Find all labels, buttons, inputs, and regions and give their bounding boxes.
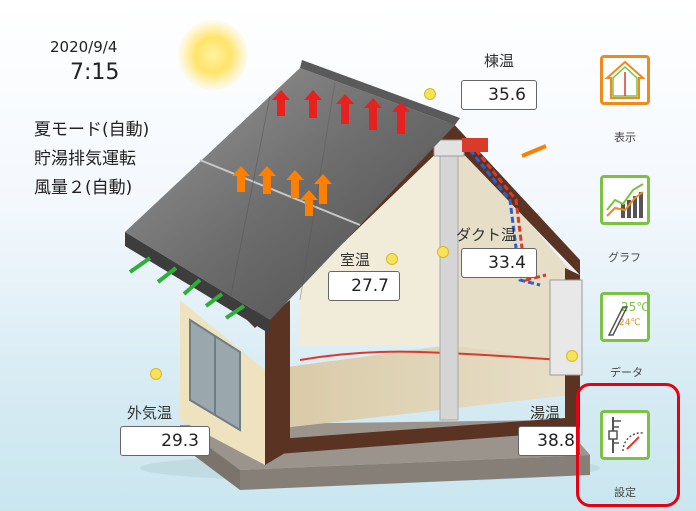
- bar-graph-icon: [606, 183, 644, 218]
- outdoor-temp-label: 外気温: [127, 404, 173, 422]
- solar-house-monitor-screen: 2020/9/4 7:15 夏モード(自動) 貯湯排気運転 風量２(自動) 棟温…: [0, 0, 696, 511]
- house-display-icon: [604, 60, 646, 99]
- duct-temp-value: 33.4: [461, 248, 537, 278]
- data-button[interactable]: 25℃ 24℃: [600, 292, 650, 342]
- mode-line-2: 貯湯排気運転: [34, 149, 136, 169]
- graph-button-label: グラフ: [608, 251, 641, 264]
- duct-temp-label: ダクト温: [456, 226, 517, 244]
- hot-water-temp-label: 湯温: [530, 404, 561, 422]
- hot-water-sensor-dot: [566, 350, 578, 362]
- settings-highlight-frame: [576, 383, 680, 507]
- ridge-sensor-dot: [424, 88, 436, 100]
- ridge-temp-value: 35.6: [461, 80, 537, 110]
- outdoor-temp-value: 29.3: [120, 426, 210, 456]
- svg-text:24℃: 24℃: [619, 318, 641, 328]
- room-temp-label: 室温: [340, 251, 371, 269]
- display-button-label: 表示: [614, 131, 636, 144]
- current-date: 2020/9/4: [50, 38, 118, 56]
- mode-line-3: 風量２(自動): [34, 178, 133, 198]
- graph-button[interactable]: [600, 175, 650, 225]
- data-button-label: データ: [610, 366, 643, 379]
- temperature-data-icon: 25℃ 24℃: [607, 300, 650, 336]
- room-temp-value: 27.7: [328, 271, 400, 301]
- display-button[interactable]: [600, 55, 650, 105]
- hot-water-temp-value: 38.8: [518, 426, 580, 456]
- duct-sensor-dot: [437, 246, 449, 258]
- room-sensor-dot: [386, 253, 398, 265]
- outdoor-sensor-dot: [150, 368, 162, 380]
- mode-line-1: 夏モード(自動): [34, 120, 150, 140]
- ridge-temp-label: 棟温: [484, 52, 515, 70]
- current-time: 7:15: [70, 60, 120, 85]
- operation-mode-text: 夏モード(自動) 貯湯排気運転 風量２(自動): [34, 116, 149, 203]
